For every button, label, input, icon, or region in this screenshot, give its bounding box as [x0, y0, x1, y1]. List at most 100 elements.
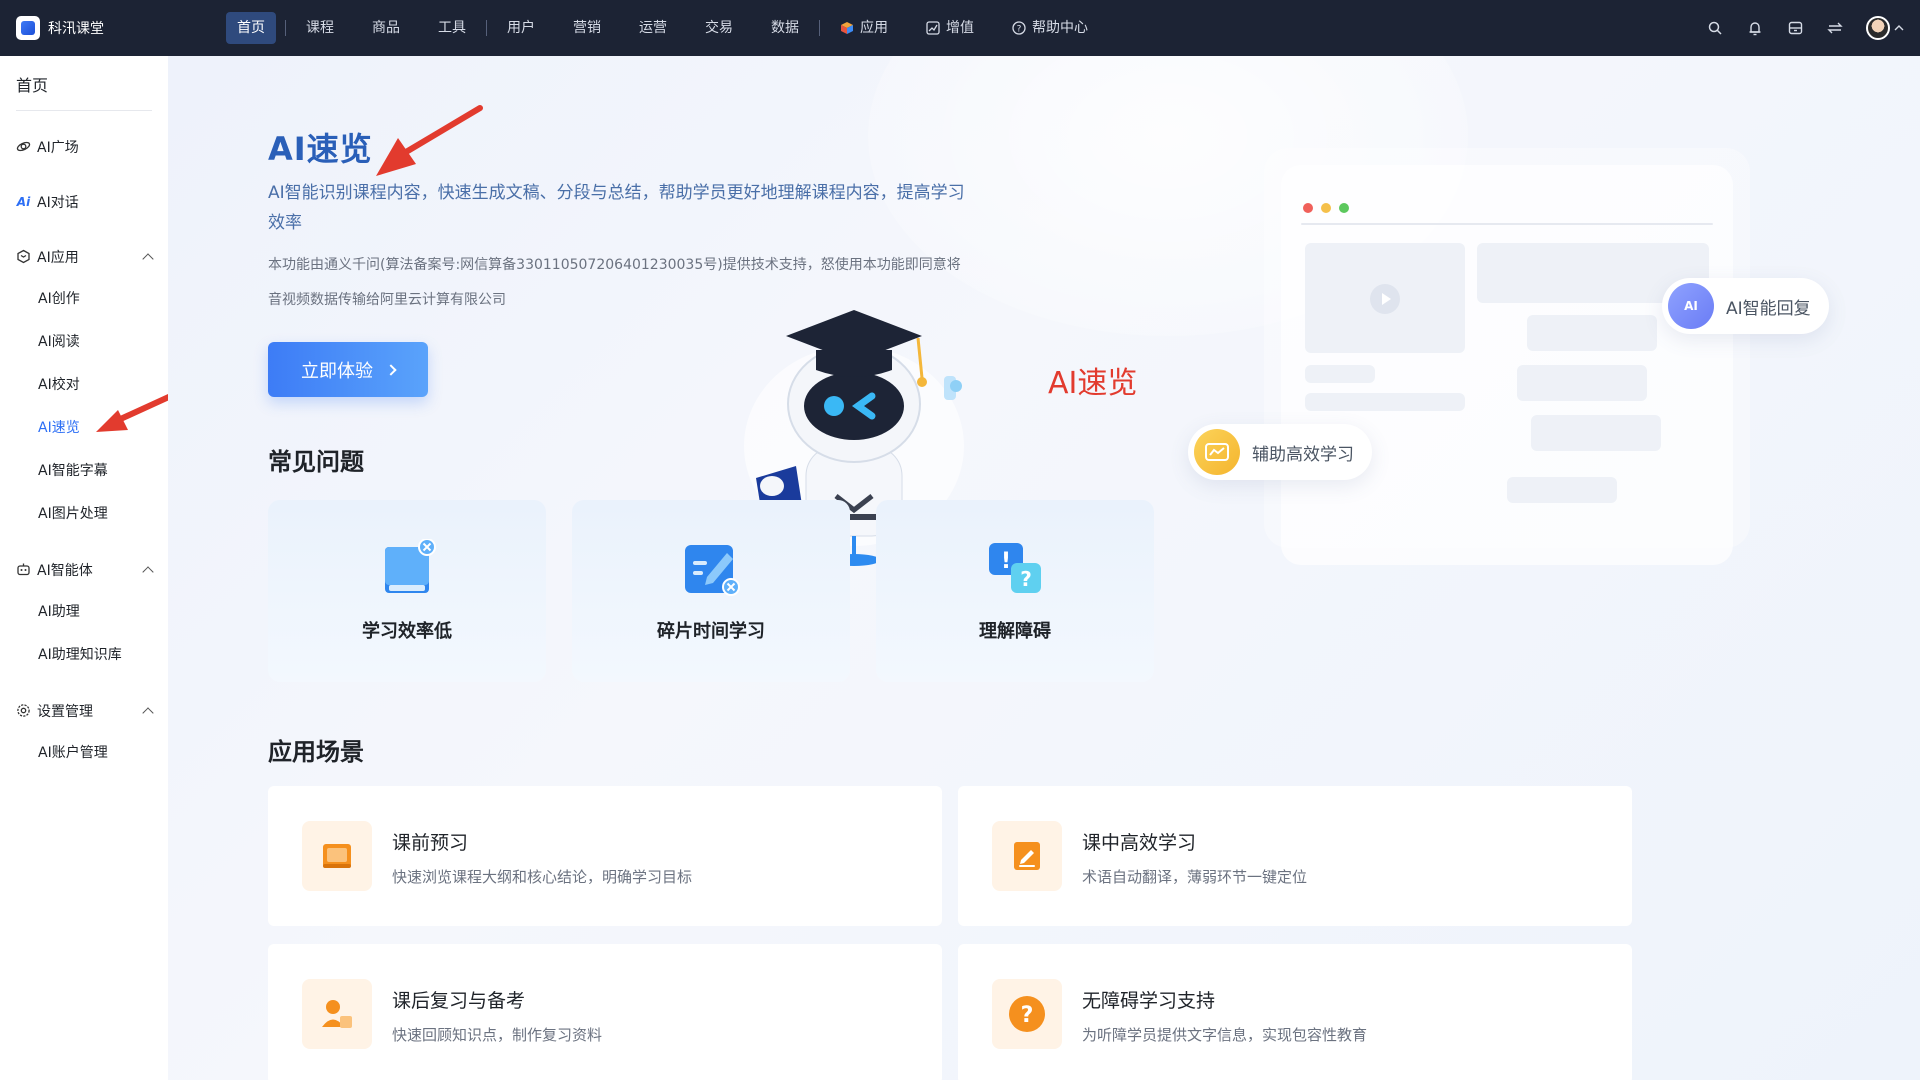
nav-home[interactable]: 首页 [226, 12, 276, 44]
chevron-up-icon [1894, 25, 1904, 31]
nav-label: 商品 [372, 20, 400, 36]
chat-bubble-placeholder [1517, 365, 1647, 401]
ai-reply-label: AI智能回复 [1726, 298, 1811, 319]
faq-card-understanding[interactable]: ! ? 理解障碍 [876, 500, 1154, 682]
scene-icon-box [302, 979, 372, 1049]
sidebar-item-ai-knowledge[interactable]: AI助理知识库 [0, 634, 168, 677]
nav-apps[interactable]: 应用 [829, 12, 899, 44]
scene-title: 无障碍学习支持 [1082, 990, 1216, 1012]
chat-bubble-placeholder [1527, 315, 1657, 351]
sidebar-item-ai-plaza[interactable]: AI广场 [0, 125, 168, 168]
sidebar-group-top: AI广场 Ai AI对话 AI应用 AI创作 AI阅读 AI校对 AI速览 AI… [0, 125, 168, 775]
sidebar-group-label: AI应用 [37, 249, 79, 266]
sidebar-item-ai-chat[interactable]: Ai AI对话 [0, 180, 168, 223]
faq-card-fragment-time[interactable]: 碎片时间学习 [572, 500, 850, 682]
nav-marketing[interactable]: 营销 [562, 12, 612, 44]
brand[interactable]: 科汛课堂 [16, 16, 206, 40]
nav-data[interactable]: 数据 [760, 12, 810, 44]
faq-card-label: 学习效率低 [362, 621, 452, 642]
sidebar-group-settings[interactable]: 设置管理 [0, 689, 168, 732]
page-title: AI速览 [268, 130, 373, 168]
scene-desc: 快速回顾知识点，制作复习资料 [392, 1026, 603, 1044]
chart-icon [1194, 429, 1240, 475]
svg-text:?: ? [1020, 567, 1032, 591]
bell-icon[interactable] [1746, 19, 1764, 37]
scene-card-in-class[interactable]: 课中高效学习 术语自动翻译，薄弱环节一键定位 [958, 786, 1632, 926]
scene-card-review[interactable]: 课后复习与备考 快速回顾知识点，制作复习资料 [268, 944, 942, 1080]
sidebar-group-ai-agents[interactable]: AI智能体 [0, 548, 168, 591]
question-bubble-icon: ! ? [989, 543, 1041, 593]
sidebar-divider [16, 110, 152, 111]
sidebar-group-ai-apps[interactable]: AI应用 [0, 235, 168, 278]
sidebar-item-ai-assistant[interactable]: AI助理 [0, 591, 168, 634]
scene-card-accessibility[interactable]: ? 无障碍学习支持 为听障学员提供文字信息，实现包容性教育 [958, 944, 1632, 1080]
try-now-button[interactable]: 立即体验 [268, 342, 428, 397]
chevron-up-icon [142, 706, 154, 719]
nav-goods[interactable]: 商品 [361, 12, 411, 44]
inbox-icon[interactable] [1786, 19, 1804, 37]
book-stack-icon [323, 844, 351, 868]
window-dot-red [1303, 203, 1313, 213]
user-menu[interactable] [1866, 16, 1904, 40]
feature-illustration [1264, 148, 1750, 565]
svg-text:?: ? [1017, 25, 1022, 35]
scene-card-preview[interactable]: 课前预习 快速浏览课程大纲和核心结论，明确学习目标 [268, 786, 942, 926]
chevron-up-icon [142, 565, 154, 578]
brand-name: 科汛课堂 [48, 21, 104, 37]
main-nav: 首页 课程 商品 工具 用户 营销 运营 交易 数据 应用 增值 ? 帮助中心 [218, 12, 1107, 44]
chat-bubble-placeholder [1531, 415, 1661, 451]
scene-desc: 为听障学员提供文字信息，实现包容性教育 [1082, 1026, 1368, 1044]
chevron-right-icon [385, 363, 397, 376]
svg-text:!: ! [1001, 549, 1011, 574]
nav-tools[interactable]: 工具 [427, 12, 477, 44]
nav-trade[interactable]: 交易 [694, 12, 744, 44]
nav-separator [486, 20, 487, 36]
annotation-arrow-title [376, 105, 483, 176]
scene-icon-box [992, 821, 1062, 891]
sidebar-item-ai-image[interactable]: AI图片处理 [0, 493, 168, 536]
nav-label: 应用 [860, 20, 888, 36]
svg-text:?: ? [1021, 1003, 1034, 1028]
sidebar-home[interactable]: 首页 [0, 56, 168, 110]
faq-section-title: 常见问题 [268, 448, 364, 476]
ai-chat-icon: AI [1668, 283, 1714, 329]
scene-title: 课中高效学习 [1082, 832, 1197, 854]
avatar [1866, 16, 1890, 40]
nav-course[interactable]: 课程 [295, 12, 345, 44]
switch-icon[interactable] [1826, 19, 1844, 37]
nav-value-added[interactable]: 增值 [915, 12, 985, 44]
sidebar: 首页 AI广场 Ai AI对话 AI应用 AI创作 AI阅读 AI校对 AI速览… [0, 56, 168, 1080]
robot-icon [17, 563, 30, 576]
gear-icon [17, 704, 30, 717]
scene-title: 课后复习与备考 [392, 990, 526, 1012]
sidebar-item-ai-subtitle[interactable]: AI智能字幕 [0, 450, 168, 493]
sidebar-item-ai-read[interactable]: AI阅读 [0, 321, 168, 364]
scene-desc: 术语自动翻译，薄弱环节一键定位 [1082, 868, 1308, 886]
window-dot-green [1339, 203, 1349, 213]
book-icon [385, 539, 436, 593]
user-note-icon [322, 1000, 352, 1028]
illustration-window [1281, 165, 1733, 565]
trend-icon [926, 21, 940, 35]
sidebar-item-label: AI对话 [37, 194, 79, 211]
nav-separator [819, 20, 820, 36]
sidebar-item-ai-account[interactable]: AI账户管理 [0, 732, 168, 775]
nav-help[interactable]: ? 帮助中心 [1001, 12, 1099, 44]
chevron-up-icon [142, 252, 154, 265]
scene-icon-box [302, 821, 372, 891]
scenes-section-title: 应用场景 [268, 738, 364, 766]
window-divider [1301, 223, 1713, 225]
chat-bubble-placeholder [1507, 477, 1617, 503]
main-content: AI速览 AI智能识别课程内容，快速生成文稿、分段与总结，帮助学员更好地理解课程… [168, 56, 1920, 1080]
placeholder-bar [1305, 393, 1465, 411]
sidebar-item-ai-create[interactable]: AI创作 [0, 278, 168, 321]
search-icon[interactable] [1706, 19, 1724, 37]
brand-logo-icon [16, 16, 40, 40]
nav-users[interactable]: 用户 [496, 12, 546, 44]
placeholder-bar [1305, 365, 1375, 383]
top-navbar: 科汛课堂 首页 课程 商品 工具 用户 营销 运营 交易 数据 应用 增值 ? … [0, 0, 1920, 56]
ai-reply-pill: AI AI智能回复 [1662, 278, 1829, 334]
faq-card-low-efficiency[interactable]: 学习效率低 [268, 500, 546, 682]
nav-label: 交易 [705, 20, 733, 36]
nav-operation[interactable]: 运营 [628, 12, 678, 44]
